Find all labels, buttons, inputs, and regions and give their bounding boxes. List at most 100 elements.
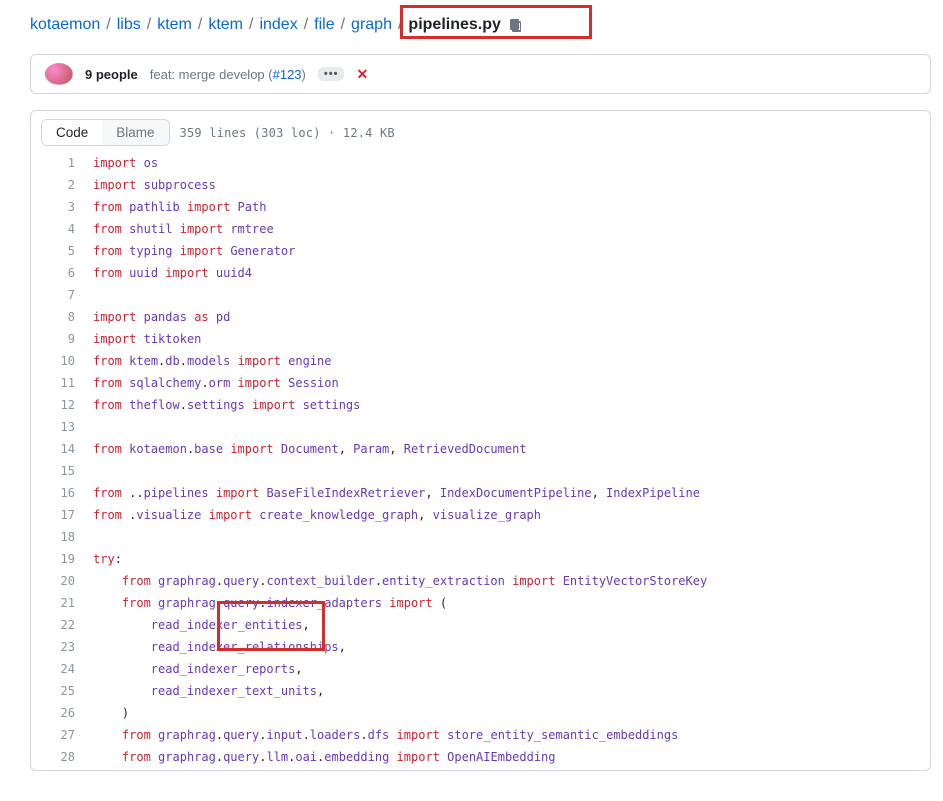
crumb-4[interactable]: index bbox=[259, 16, 297, 34]
line-number[interactable]: 6 bbox=[31, 264, 93, 286]
code-line: 8import pandas as pd bbox=[31, 308, 930, 330]
line-number[interactable]: 12 bbox=[31, 396, 93, 418]
code-blame-segment: Code Blame bbox=[41, 119, 170, 146]
code-content: import subprocess bbox=[93, 176, 216, 198]
code-line: 7 bbox=[31, 286, 930, 308]
code-content: from kotaemon.base import Document, Para… bbox=[93, 440, 527, 462]
line-number[interactable]: 9 bbox=[31, 330, 93, 352]
code-line: 20 from graphrag.query.context_builder.e… bbox=[31, 572, 930, 594]
contributor-avatars[interactable] bbox=[45, 63, 73, 85]
line-number[interactable]: 15 bbox=[31, 462, 93, 484]
code-line: 16from ..pipelines import BaseFileIndexR… bbox=[31, 484, 930, 506]
code-content: from .visualize import create_knowledge_… bbox=[93, 506, 541, 528]
code-line: 13 bbox=[31, 418, 930, 440]
code-content: from sqlalchemy.orm import Session bbox=[93, 374, 339, 396]
file-stats: 359 lines (303 loc) · 12.4 KB bbox=[180, 126, 395, 140]
crumb-2[interactable]: ktem bbox=[157, 16, 192, 34]
code-block-header: Code Blame 359 lines (303 loc) · 12.4 KB bbox=[30, 110, 931, 154]
status-x-icon[interactable]: ✕ bbox=[356, 66, 368, 83]
code-line: 28 from graphrag.query.llm.oai.embedding… bbox=[31, 748, 930, 770]
code-content: try: bbox=[93, 550, 122, 572]
crumb-3[interactable]: ktem bbox=[208, 16, 243, 34]
code-content: import os bbox=[93, 154, 158, 176]
code-content: read_indexer_text_units, bbox=[93, 682, 324, 704]
code-line: 10from ktem.db.models import engine bbox=[31, 352, 930, 374]
line-number[interactable]: 3 bbox=[31, 198, 93, 220]
code-content: from graphrag.query.context_builder.enti… bbox=[93, 572, 707, 594]
crumb-6[interactable]: graph bbox=[351, 16, 392, 34]
line-number[interactable]: 20 bbox=[31, 572, 93, 594]
crumb-sep: / bbox=[341, 16, 345, 34]
code-content: from uuid import uuid4 bbox=[93, 264, 252, 286]
crumb-final: pipelines.py bbox=[408, 16, 500, 34]
line-number[interactable]: 2 bbox=[31, 176, 93, 198]
commit-pr-link[interactable]: #123 bbox=[273, 67, 302, 82]
line-number[interactable]: 25 bbox=[31, 682, 93, 704]
line-number[interactable]: 1 bbox=[31, 154, 93, 176]
line-number[interactable]: 27 bbox=[31, 726, 93, 748]
line-number[interactable]: 16 bbox=[31, 484, 93, 506]
code-line: 15 bbox=[31, 462, 930, 484]
blame-tab-button[interactable]: Blame bbox=[102, 120, 168, 145]
line-number[interactable]: 4 bbox=[31, 220, 93, 242]
commit-message: feat: merge develop (#123) bbox=[150, 67, 306, 82]
crumb-sep: / bbox=[198, 16, 202, 34]
code-line: 24 read_indexer_reports, bbox=[31, 660, 930, 682]
line-number[interactable]: 18 bbox=[31, 528, 93, 550]
code-line: 14from kotaemon.base import Document, Pa… bbox=[31, 440, 930, 462]
copy-path-icon[interactable] bbox=[507, 17, 523, 33]
code-content: from typing import Generator bbox=[93, 242, 295, 264]
code-line: 23 read_indexer_relationships, bbox=[31, 638, 930, 660]
code-content: from shutil import rmtree bbox=[93, 220, 274, 242]
code-tab-button[interactable]: Code bbox=[42, 120, 102, 145]
line-number[interactable]: 17 bbox=[31, 506, 93, 528]
code-line: 6from uuid import uuid4 bbox=[31, 264, 930, 286]
line-number[interactable]: 23 bbox=[31, 638, 93, 660]
line-number[interactable]: 14 bbox=[31, 440, 93, 462]
code-line: 4from shutil import rmtree bbox=[31, 220, 930, 242]
code-line: 22 read_indexer_entities, bbox=[31, 616, 930, 638]
line-number[interactable]: 8 bbox=[31, 308, 93, 330]
code-line: 3from pathlib import Path bbox=[31, 198, 930, 220]
code-content: import tiktoken bbox=[93, 330, 201, 352]
line-number[interactable]: 28 bbox=[31, 748, 93, 770]
crumb-sep: / bbox=[398, 16, 402, 34]
code-line: 27 from graphrag.query.input.loaders.dfs… bbox=[31, 726, 930, 748]
people-label[interactable]: 9 people bbox=[85, 67, 138, 82]
code-line: 21 from graphrag.query.indexer_adapters … bbox=[31, 594, 930, 616]
line-number[interactable]: 24 bbox=[31, 660, 93, 682]
line-number[interactable]: 11 bbox=[31, 374, 93, 396]
line-number[interactable]: 26 bbox=[31, 704, 93, 726]
crumb-5[interactable]: file bbox=[314, 16, 334, 34]
crumb-sep: / bbox=[304, 16, 308, 34]
line-number[interactable]: 22 bbox=[31, 616, 93, 638]
line-number[interactable]: 13 bbox=[31, 418, 93, 440]
code-content: ) bbox=[93, 704, 129, 726]
crumb-0[interactable]: kotaemon bbox=[30, 16, 100, 34]
code-line: 12from theflow.settings import settings bbox=[31, 396, 930, 418]
crumb-1[interactable]: libs bbox=[117, 16, 141, 34]
code-content: import pandas as pd bbox=[93, 308, 230, 330]
code-line: 11from sqlalchemy.orm import Session bbox=[31, 374, 930, 396]
crumb-sep: / bbox=[106, 16, 110, 34]
code-content: from graphrag.query.llm.oai.embedding im… bbox=[93, 748, 556, 770]
code-line: 19try: bbox=[31, 550, 930, 572]
line-number[interactable]: 21 bbox=[31, 594, 93, 616]
expand-commit-icon[interactable]: ••• bbox=[318, 67, 345, 81]
line-number[interactable]: 10 bbox=[31, 352, 93, 374]
code-line: 1import os bbox=[31, 154, 930, 176]
crumb-sep: / bbox=[147, 16, 151, 34]
code-content: from ..pipelines import BaseFileIndexRet… bbox=[93, 484, 700, 506]
code-line: 17from .visualize import create_knowledg… bbox=[31, 506, 930, 528]
code-content: from theflow.settings import settings bbox=[93, 396, 360, 418]
line-number[interactable]: 7 bbox=[31, 286, 93, 308]
code-line: 2import subprocess bbox=[31, 176, 930, 198]
code-line: 25 read_indexer_text_units, bbox=[31, 682, 930, 704]
code-content: read_indexer_relationships, bbox=[93, 638, 346, 660]
code-view: 1import os2import subprocess3from pathli… bbox=[30, 154, 931, 771]
code-content: from graphrag.query.indexer_adapters imp… bbox=[93, 594, 447, 616]
code-content: from pathlib import Path bbox=[93, 198, 266, 220]
line-number[interactable]: 5 bbox=[31, 242, 93, 264]
code-line: 9import tiktoken bbox=[31, 330, 930, 352]
line-number[interactable]: 19 bbox=[31, 550, 93, 572]
